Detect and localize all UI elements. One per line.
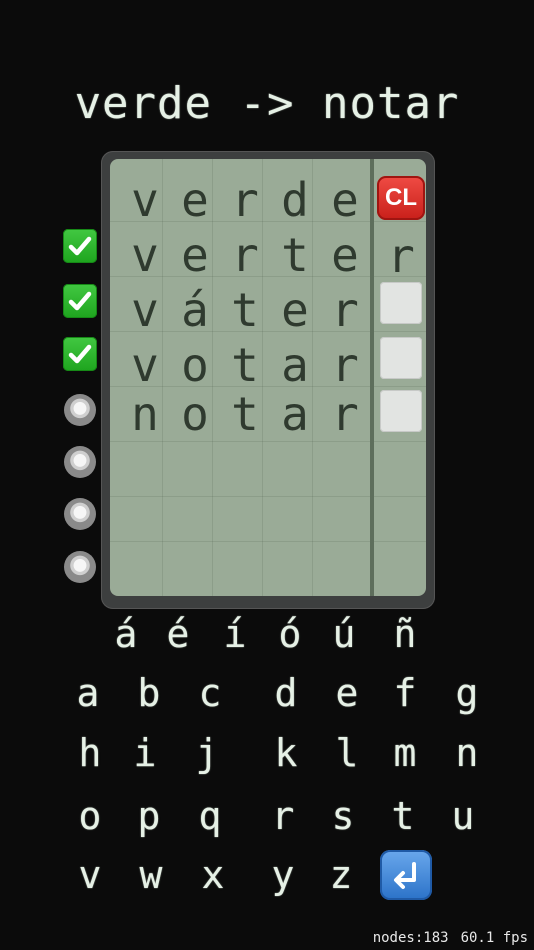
- node-count: nodes:183: [372, 930, 449, 946]
- board-letter: t: [231, 283, 259, 337]
- board-letter: v: [131, 283, 159, 337]
- key-accent-o[interactable]: ó: [263, 607, 317, 661]
- game-screen: verde -> notar v e r d e CL v e r t e r …: [0, 0, 534, 950]
- key-j[interactable]: j: [180, 726, 234, 780]
- check-icon: [63, 337, 97, 371]
- board-letter: v: [131, 173, 159, 227]
- board-letter: á: [181, 283, 209, 337]
- key-e[interactable]: e: [320, 666, 374, 720]
- key-y[interactable]: y: [256, 848, 310, 902]
- board-letter: o: [181, 387, 209, 441]
- radio-icon: [64, 551, 96, 583]
- key-g[interactable]: g: [440, 666, 494, 720]
- grid-line: [110, 541, 426, 542]
- key-f[interactable]: f: [378, 666, 432, 720]
- key-b[interactable]: b: [122, 666, 176, 720]
- radio-icon: [64, 498, 96, 530]
- board-letter: t: [231, 387, 259, 441]
- side-letter-slot[interactable]: [380, 282, 422, 324]
- enter-key[interactable]: [380, 850, 432, 900]
- grid-line: [110, 496, 426, 497]
- board-letter: e: [331, 228, 359, 282]
- key-o[interactable]: o: [63, 789, 117, 843]
- board-letter: e: [331, 173, 359, 227]
- key-i[interactable]: i: [118, 726, 172, 780]
- key-d[interactable]: d: [259, 666, 313, 720]
- key-w[interactable]: w: [124, 848, 178, 902]
- side-letter-slot[interactable]: [380, 337, 422, 379]
- key-s[interactable]: s: [316, 789, 370, 843]
- key-n[interactable]: n: [440, 726, 494, 780]
- check-icon: [63, 229, 97, 263]
- board-letter: r: [331, 283, 359, 337]
- key-l[interactable]: l: [320, 726, 374, 780]
- board-letter: d: [281, 173, 309, 227]
- board-letter: n: [131, 387, 159, 441]
- key-z[interactable]: z: [314, 848, 368, 902]
- key-v[interactable]: v: [63, 848, 117, 902]
- return-arrow-icon: [394, 862, 416, 889]
- check-icon: [63, 284, 97, 318]
- board-divider: [370, 159, 374, 596]
- key-k[interactable]: k: [259, 726, 313, 780]
- key-c[interactable]: c: [183, 666, 237, 720]
- key-h[interactable]: h: [63, 726, 117, 780]
- guess-row[interactable]: n o t a r: [120, 387, 370, 442]
- radio-icon: [64, 394, 96, 426]
- key-a[interactable]: a: [61, 666, 115, 720]
- key-p[interactable]: p: [122, 789, 176, 843]
- board-letter: r: [331, 338, 359, 392]
- board-letter: r: [231, 228, 259, 282]
- board-letter: t: [231, 338, 259, 392]
- board-letter: e: [181, 173, 209, 227]
- fps-counter: 60.1 fps: [460, 930, 528, 946]
- board-letter: e: [281, 283, 309, 337]
- key-r[interactable]: r: [256, 789, 310, 843]
- board-letter: v: [131, 228, 159, 282]
- clear-button[interactable]: CL: [377, 176, 425, 220]
- key-x[interactable]: x: [186, 848, 240, 902]
- key-enye[interactable]: ñ: [378, 607, 432, 661]
- guess-row[interactable]: v o t a r: [120, 338, 370, 393]
- side-letter-slot[interactable]: [380, 390, 422, 432]
- start-word-row: v e r d e: [120, 173, 370, 228]
- key-accent-u[interactable]: ú: [317, 607, 371, 661]
- puzzle-title: verde -> notar: [74, 78, 460, 129]
- key-u[interactable]: u: [436, 789, 490, 843]
- guess-row[interactable]: v á t e r: [120, 283, 370, 338]
- key-accent-i[interactable]: í: [208, 607, 262, 661]
- board-letter: o: [181, 338, 209, 392]
- board-letter: a: [281, 387, 309, 441]
- debug-stats: nodes:183 60.1 fps: [361, 930, 528, 946]
- key-accent-a[interactable]: á: [99, 607, 153, 661]
- board-letter: v: [131, 338, 159, 392]
- guess-row[interactable]: v e r t e: [120, 228, 370, 283]
- key-q[interactable]: q: [183, 789, 237, 843]
- key-t[interactable]: t: [376, 789, 430, 843]
- key-m[interactable]: m: [378, 726, 432, 780]
- board-letter: a: [281, 338, 309, 392]
- side-letter-slot[interactable]: r: [380, 233, 422, 279]
- board-letter: r: [331, 387, 359, 441]
- board-letter: r: [231, 173, 259, 227]
- board-letter: t: [281, 228, 309, 282]
- word-board: v e r d e CL v e r t e r v á t e r v o t…: [110, 159, 426, 596]
- radio-icon: [64, 446, 96, 478]
- board-letter: e: [181, 228, 209, 282]
- key-accent-e[interactable]: é: [151, 607, 205, 661]
